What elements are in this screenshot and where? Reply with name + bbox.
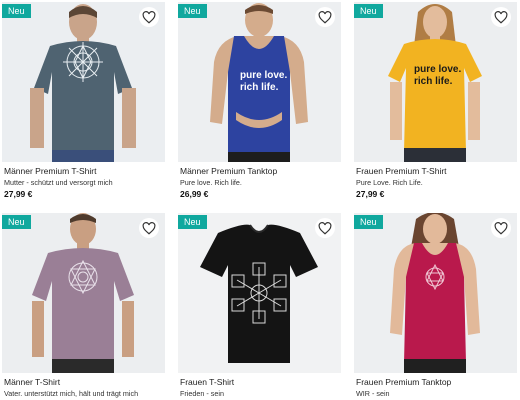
- product-info: Männer Premium Tanktop Pure love. Rich l…: [180, 165, 340, 201]
- heart-outline-icon[interactable]: [491, 7, 511, 27]
- product-info: Männer Premium T-Shirt Mutter - schützt …: [4, 165, 164, 201]
- product-image[interactable]: pure love. rich life.: [354, 2, 517, 162]
- price: 27,99 €: [4, 189, 33, 199]
- heart-outline-icon[interactable]: [315, 218, 335, 238]
- heart-outline-icon[interactable]: [139, 7, 159, 27]
- product-type[interactable]: Männer Premium Tanktop: [180, 165, 340, 177]
- product-info: Männer T-Shirt Vater. unterstützt mich, …: [4, 376, 164, 399]
- product-info: Frauen Premium T-Shirt Pure Love. Rich L…: [356, 165, 516, 201]
- product-type[interactable]: Frauen Premium T-Shirt: [356, 165, 516, 177]
- design-title[interactable]: Mutter - schützt und versorgt mich: [4, 177, 164, 188]
- product-image[interactable]: [2, 2, 165, 162]
- design-title[interactable]: Vater. unterstützt mich, hält und trägt …: [4, 388, 164, 399]
- price: 27,99 €: [356, 189, 385, 199]
- design-title[interactable]: Pure Love. Rich Life.: [356, 177, 516, 188]
- new-badge: Neu: [354, 215, 383, 229]
- product-info: Frauen T-Shirt Frieden - sein: [180, 376, 340, 399]
- womens-tshirt-flat-illustration: [178, 213, 341, 373]
- mens-tanktop-model-illustration: pure love. rich life.: [178, 2, 341, 162]
- product-image[interactable]: [354, 213, 517, 373]
- product-image[interactable]: [178, 213, 341, 373]
- price: 26,99 €: [180, 189, 209, 199]
- print-line-1: pure love.: [240, 70, 287, 81]
- product-type[interactable]: Frauen Premium Tanktop: [356, 376, 516, 388]
- mens-tshirt-model-illustration: [2, 2, 165, 162]
- print-line-1: pure love.: [414, 64, 461, 75]
- heart-outline-icon[interactable]: [491, 218, 511, 238]
- product-image[interactable]: [2, 213, 165, 373]
- womens-tshirt-model-illustration: pure love. rich life.: [354, 2, 517, 162]
- design-title[interactable]: Frieden - sein: [180, 388, 340, 399]
- design-title[interactable]: WIR - sein: [356, 388, 516, 399]
- product-info: Frauen Premium Tanktop WIR - sein: [356, 376, 516, 399]
- print-line-2: rich life.: [414, 76, 453, 87]
- print-line-2: rich life.: [240, 82, 279, 93]
- new-badge: Neu: [354, 4, 383, 18]
- new-badge: Neu: [178, 4, 207, 18]
- heart-outline-icon[interactable]: [139, 218, 159, 238]
- design-title[interactable]: Pure love. Rich life.: [180, 177, 340, 188]
- product-grid: Neu Männer Premium T-Shirt Mutter - schü…: [0, 0, 520, 400]
- new-badge: Neu: [178, 215, 207, 229]
- product-type[interactable]: Frauen T-Shirt: [180, 376, 340, 388]
- new-badge: Neu: [2, 4, 31, 18]
- product-image[interactable]: pure love. rich life.: [178, 2, 341, 162]
- heart-outline-icon[interactable]: [315, 7, 335, 27]
- product-type[interactable]: Männer T-Shirt: [4, 376, 164, 388]
- product-type[interactable]: Männer Premium T-Shirt: [4, 165, 164, 177]
- new-badge: Neu: [2, 215, 31, 229]
- mens-tshirt-model-illustration: [2, 213, 165, 373]
- womens-tanktop-model-illustration: [354, 213, 517, 373]
